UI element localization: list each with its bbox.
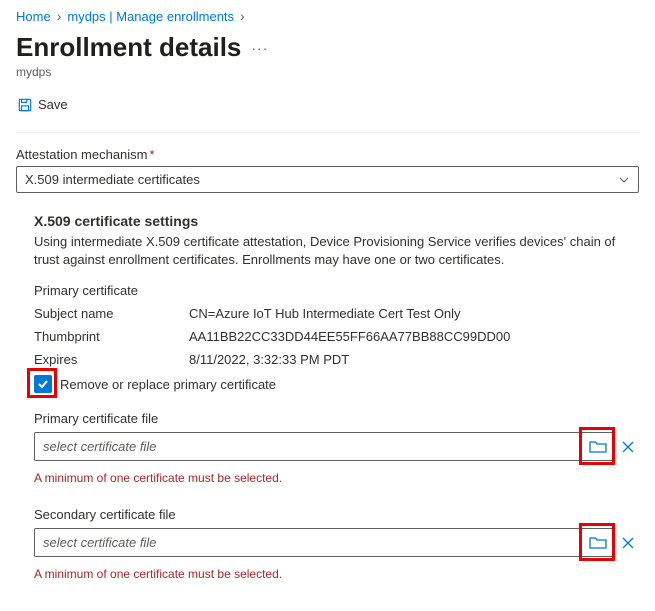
attestation-value: X.509 intermediate certificates [25, 172, 200, 187]
close-icon [621, 536, 635, 550]
attestation-select[interactable]: X.509 intermediate certificates [16, 166, 639, 193]
save-icon [18, 98, 32, 112]
breadcrumb: Home › mydps | Manage enrollments › [16, 8, 639, 24]
toolbar: Save [16, 93, 639, 116]
breadcrumb-parent[interactable]: mydps | Manage enrollments [67, 9, 234, 24]
clear-primary-file-button[interactable] [617, 436, 639, 458]
page-subtitle: mydps [16, 65, 639, 79]
primary-file-label: Primary certificate file [34, 411, 639, 426]
required-indicator: * [150, 147, 155, 162]
x509-heading: X.509 certificate settings [34, 213, 639, 229]
secondary-file-error: A minimum of one certificate must be sel… [34, 567, 639, 581]
chevron-right-icon: › [57, 8, 62, 24]
remove-replace-checkbox[interactable] [34, 375, 52, 393]
expires-label: Expires [34, 352, 189, 367]
breadcrumb-home[interactable]: Home [16, 9, 51, 24]
secondary-file-label: Secondary certificate file [34, 507, 639, 522]
remove-replace-label: Remove or replace primary certificate [60, 377, 276, 392]
x509-description: Using intermediate X.509 certificate att… [34, 233, 639, 269]
folder-icon[interactable] [589, 535, 607, 551]
save-button[interactable]: Save [16, 93, 70, 116]
divider [16, 132, 639, 133]
primary-file-error: A minimum of one certificate must be sel… [34, 471, 639, 485]
primary-cert-label: Primary certificate [34, 283, 639, 298]
attestation-label: Attestation mechanism* [16, 147, 639, 162]
expires-value: 8/11/2022, 3:32:33 PM PDT [189, 352, 349, 367]
subject-name-value: CN=Azure IoT Hub Intermediate Cert Test … [189, 306, 461, 321]
chevron-down-icon [618, 174, 630, 186]
close-icon [621, 440, 635, 454]
secondary-file-input[interactable] [34, 528, 613, 557]
check-icon [37, 378, 49, 390]
thumbprint-label: Thumbprint [34, 329, 189, 344]
folder-icon[interactable] [589, 439, 607, 455]
primary-file-input[interactable] [34, 432, 613, 461]
chevron-right-icon: › [240, 8, 245, 24]
page-title: Enrollment details [16, 32, 241, 63]
clear-secondary-file-button[interactable] [617, 532, 639, 554]
more-actions-icon[interactable]: ··· [251, 40, 268, 56]
subject-name-label: Subject name [34, 306, 189, 321]
thumbprint-value: AA11BB22CC33DD44EE55FF66AA77BB88CC99DD00 [189, 329, 510, 344]
save-label: Save [38, 97, 68, 112]
